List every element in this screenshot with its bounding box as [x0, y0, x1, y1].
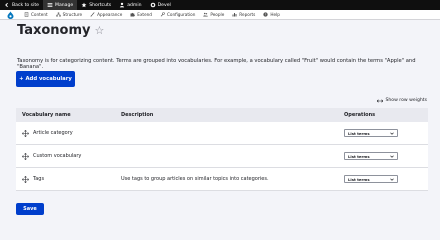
tray-item-help[interactable]: ? Help	[259, 10, 284, 20]
tray-label: Reports	[239, 12, 256, 17]
tray-item-content[interactable]: Content	[20, 10, 52, 20]
toolbar-label: Manage	[54, 2, 74, 8]
tray-item-people[interactable]: People	[199, 10, 228, 20]
drag-handle-icon[interactable]	[22, 129, 29, 137]
tray-item-extend[interactable]: Extend	[126, 10, 156, 20]
vocabulary-name: Custom vocabulary	[33, 153, 82, 159]
operations-dropdown[interactable]: List terms	[344, 129, 398, 137]
brush-icon	[90, 12, 95, 17]
vocabulary-name: Article category	[33, 130, 73, 136]
toolbar-label: Back to site	[12, 2, 39, 8]
toolbar-devel[interactable]: Devel	[146, 0, 175, 10]
toolbar-label: admin	[127, 2, 142, 8]
tray-label: Extend	[137, 12, 152, 17]
operations-dropdown-value: List terms	[348, 176, 370, 182]
toolbar-manage[interactable]: Manage	[42, 0, 78, 10]
vocabulary-description: Use tags to group articles on similar to…	[121, 176, 269, 182]
page-title: Taxonomy	[17, 23, 91, 38]
page-description: Taxonomy is for categorizing content. Te…	[17, 58, 416, 70]
header-operations: Operations	[344, 112, 376, 118]
tray-item-appearance[interactable]: Appearance	[86, 10, 126, 20]
toolbar-label: Shortcuts	[89, 2, 112, 8]
table-header: Vocabulary name Description Operations	[16, 108, 428, 122]
admin-tray: Content Structure Appearance Extend Conf…	[0, 10, 440, 20]
wrench-icon	[160, 12, 165, 17]
drag-handle-icon[interactable]	[22, 175, 29, 183]
star-icon	[81, 2, 87, 8]
help-icon: ?	[263, 12, 269, 17]
hamburger-icon	[47, 3, 53, 7]
tray-label: People	[210, 12, 225, 17]
document-icon	[24, 12, 29, 17]
chevron-down-icon	[390, 132, 394, 135]
table-row: Custom vocabulary List terms	[16, 145, 428, 168]
tray-label: Help	[270, 12, 280, 17]
drupal-drop-icon	[7, 10, 13, 19]
user-icon	[120, 2, 125, 8]
header-vocabulary-name: Vocabulary name	[22, 112, 71, 118]
puzzle-icon	[130, 12, 136, 17]
tray-item-reports[interactable]: Reports	[228, 10, 259, 20]
row-weights-arrows-icon	[377, 99, 384, 102]
tray-label: Content	[31, 12, 48, 17]
header-description: Description	[121, 112, 154, 118]
operations-dropdown-value: List terms	[348, 130, 370, 136]
save-button[interactable]: Save	[16, 203, 44, 215]
operations-dropdown[interactable]: List terms	[344, 175, 398, 183]
toolbar-back-to-site[interactable]: Back to site	[0, 0, 43, 10]
reports-icon	[232, 13, 237, 17]
people-icon	[203, 12, 209, 17]
drupal-logo[interactable]	[0, 10, 20, 20]
vocabulary-table: Vocabulary name Description Operations A…	[16, 108, 428, 191]
tray-label: Appearance	[97, 12, 123, 17]
vocabulary-name: Tags	[33, 176, 45, 182]
drag-handle-icon[interactable]	[22, 152, 29, 160]
add-vocabulary-button[interactable]: + Add vocabulary	[16, 71, 75, 87]
operations-dropdown[interactable]: List terms	[344, 152, 398, 160]
toolbar-label: Devel	[157, 2, 171, 8]
show-row-weights-label: Show row weights	[385, 98, 427, 103]
chevron-down-icon	[390, 155, 394, 158]
toolbar-user[interactable]: admin	[115, 0, 145, 10]
gear-icon	[150, 2, 156, 8]
chevron-down-icon	[390, 178, 394, 181]
tray-item-configuration[interactable]: Configuration	[156, 10, 199, 20]
operations-dropdown-value: List terms	[348, 153, 370, 159]
admin-toolbar: Back to site Manage Shortcuts admin Deve…	[0, 0, 440, 10]
show-row-weights-toggle[interactable]: Show row weights	[377, 98, 427, 103]
toolbar-shortcuts[interactable]: Shortcuts	[77, 0, 115, 10]
shortcut-star-icon[interactable]: ☆	[95, 24, 105, 37]
page-title-wrap: Taxonomy ☆	[17, 23, 104, 38]
table-row: Tags Use tags to group articles on simil…	[16, 168, 428, 191]
tray-label: Configuration	[166, 12, 196, 17]
tray-item-structure[interactable]: Structure	[52, 10, 86, 20]
structure-icon	[55, 12, 61, 17]
table-row: Article category List terms	[16, 122, 428, 145]
arrow-left-icon	[5, 2, 8, 8]
tray-label: Structure	[62, 12, 83, 17]
